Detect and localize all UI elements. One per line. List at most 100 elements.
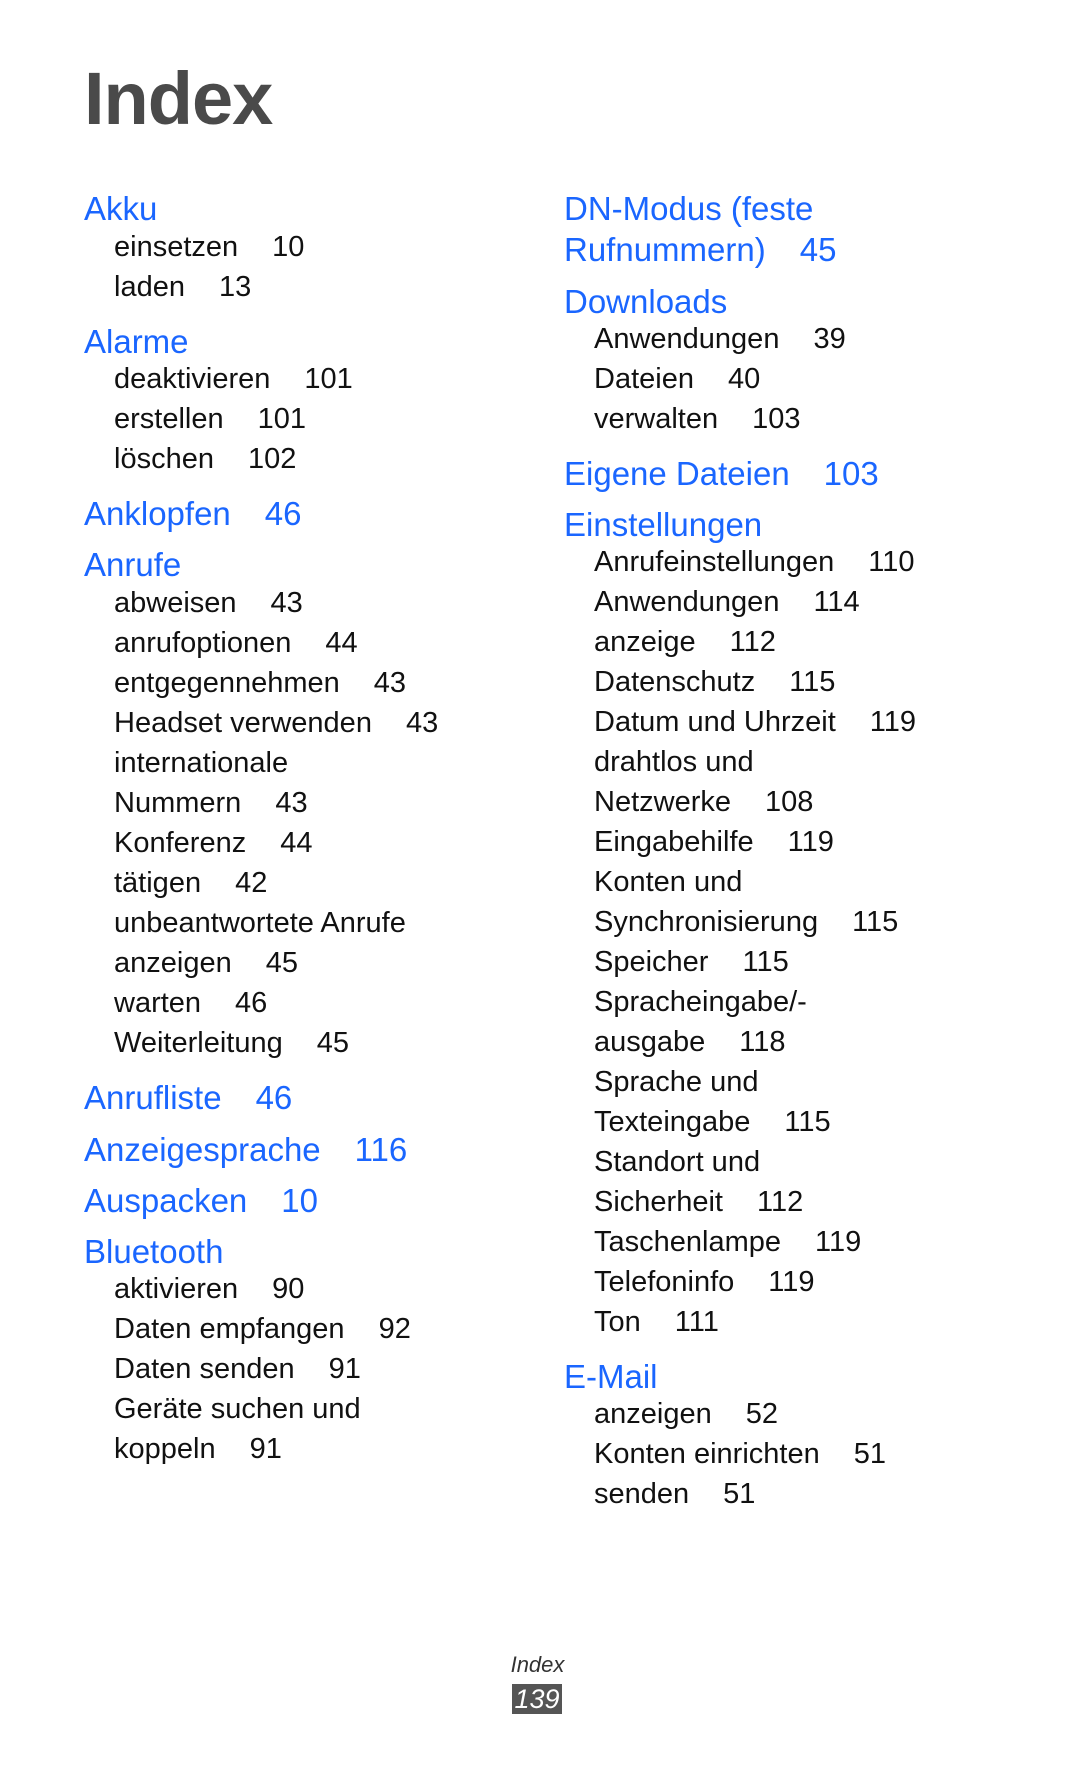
entry-page-number[interactable]: 45 (317, 1027, 349, 1059)
index-subentry[interactable]: Sprache und (594, 1068, 758, 1097)
index-subentry[interactable]: warten 46 (114, 989, 267, 1018)
index-subentry[interactable]: Sicherheit 112 (594, 1188, 803, 1217)
entry-page-number[interactable]: 118 (739, 1026, 785, 1058)
index-subentry[interactable]: Taschenlampe 119 (594, 1228, 861, 1257)
entry-page-number[interactable]: 46 (256, 1079, 293, 1116)
entry-page-number[interactable]: 44 (325, 627, 357, 659)
entry-page-number[interactable]: 43 (374, 667, 406, 699)
index-heading[interactable]: Downloads (564, 285, 727, 318)
index-subentry[interactable]: Weiterleitung 45 (114, 1029, 349, 1058)
entry-page-number[interactable]: 10 (272, 231, 304, 263)
index-subentry[interactable]: laden 13 (114, 273, 251, 302)
index-heading[interactable]: Akku (84, 192, 157, 225)
index-heading[interactable]: Anzeigesprache 116 (84, 1133, 407, 1166)
entry-page-number[interactable]: 116 (355, 1131, 408, 1168)
index-subentry[interactable]: entgegennehmen 43 (114, 669, 406, 698)
index-subentry[interactable]: Datum und Uhrzeit 119 (594, 708, 916, 737)
entry-page-number[interactable]: 45 (800, 231, 837, 268)
index-subentry[interactable]: einsetzen 10 (114, 233, 304, 262)
entry-page-number[interactable]: 91 (250, 1433, 282, 1465)
entry-page-number[interactable]: 119 (788, 826, 834, 858)
index-heading[interactable]: Bluetooth (84, 1235, 223, 1268)
entry-page-number[interactable]: 119 (768, 1266, 814, 1298)
entry-page-number[interactable]: 111 (675, 1306, 719, 1338)
entry-page-number[interactable]: 13 (219, 271, 251, 303)
entry-page-number[interactable]: 44 (280, 827, 312, 859)
entry-page-number[interactable]: 119 (815, 1226, 861, 1258)
index-subentry[interactable]: Geräte suchen und (114, 1395, 361, 1424)
entry-page-number[interactable]: 51 (854, 1438, 886, 1470)
entry-page-number[interactable]: 43 (406, 707, 438, 739)
index-heading[interactable]: DN-Modus (feste (564, 192, 813, 225)
index-subentry[interactable]: Spracheingabe/- (594, 988, 807, 1017)
index-subentry[interactable]: Eingabehilfe 119 (594, 828, 834, 857)
index-subentry[interactable]: anzeigen 45 (114, 949, 298, 978)
index-subentry[interactable]: Headset verwenden 43 (114, 709, 438, 738)
index-heading[interactable]: Anrufe (84, 548, 181, 581)
index-subentry[interactable]: abweisen 43 (114, 589, 303, 618)
index-heading[interactable]: Rufnummern) 45 (564, 233, 836, 266)
entry-page-number[interactable]: 46 (235, 987, 267, 1019)
index-heading[interactable]: E-Mail (564, 1360, 658, 1393)
index-subentry[interactable]: drahtlos und (594, 748, 754, 777)
index-subentry[interactable]: deaktivieren 101 (114, 365, 353, 394)
index-subentry[interactable]: anzeige 112 (594, 628, 776, 657)
entry-page-number[interactable]: 46 (265, 495, 302, 532)
index-subentry[interactable]: Synchronisierung 115 (594, 908, 898, 937)
entry-page-number[interactable]: 52 (746, 1398, 778, 1430)
index-subentry[interactable]: tätigen 42 (114, 869, 267, 898)
index-subentry[interactable]: Datenschutz 115 (594, 668, 835, 697)
entry-page-number[interactable]: 115 (742, 946, 788, 978)
entry-page-number[interactable]: 51 (723, 1478, 755, 1510)
index-subentry[interactable]: Anrufeinstellungen 110 (594, 548, 914, 577)
index-subentry[interactable]: anrufoptionen 44 (114, 629, 358, 658)
index-subentry[interactable]: Daten senden 91 (114, 1355, 361, 1384)
index-subentry[interactable]: erstellen 101 (114, 405, 306, 434)
entry-page-number[interactable]: 43 (271, 587, 303, 619)
entry-page-number[interactable]: 102 (248, 443, 296, 475)
entry-page-number[interactable]: 43 (275, 787, 307, 819)
index-heading[interactable]: Anklopfen 46 (84, 497, 302, 530)
index-subentry[interactable]: Nummern 43 (114, 789, 308, 818)
index-subentry[interactable]: Anwendungen 39 (594, 325, 846, 354)
entry-page-number[interactable]: 42 (235, 867, 267, 899)
index-heading[interactable]: Eigene Dateien 103 (564, 457, 879, 490)
entry-page-number[interactable]: 112 (730, 626, 776, 658)
index-subentry[interactable]: Anwendungen 114 (594, 588, 860, 617)
entry-page-number[interactable]: 40 (728, 363, 760, 395)
entry-page-number[interactable]: 119 (870, 706, 916, 738)
index-subentry[interactable]: Telefoninfo 119 (594, 1268, 815, 1297)
entry-page-number[interactable]: 112 (757, 1186, 803, 1218)
index-subentry[interactable]: löschen 102 (114, 445, 296, 474)
index-heading[interactable]: Einstellungen (564, 508, 762, 541)
entry-page-number[interactable]: 39 (813, 323, 845, 355)
entry-page-number[interactable]: 110 (868, 546, 914, 578)
index-subentry[interactable]: ausgabe 118 (594, 1028, 786, 1057)
index-subentry[interactable]: Standort und (594, 1148, 760, 1177)
index-subentry[interactable]: anzeigen 52 (594, 1400, 778, 1429)
index-subentry[interactable]: koppeln 91 (114, 1435, 282, 1464)
index-subentry[interactable]: Konferenz 44 (114, 829, 312, 858)
entry-page-number[interactable]: 101 (258, 403, 306, 435)
index-subentry[interactable]: Netzwerke 108 (594, 788, 813, 817)
index-heading[interactable]: Auspacken 10 (84, 1184, 318, 1217)
entry-page-number[interactable]: 45 (266, 947, 298, 979)
index-subentry[interactable]: aktivieren 90 (114, 1275, 304, 1304)
index-subentry[interactable]: Dateien 40 (594, 365, 760, 394)
index-subentry[interactable]: Konten und (594, 868, 742, 897)
entry-page-number[interactable]: 115 (852, 906, 898, 938)
entry-page-number[interactable]: 91 (329, 1353, 361, 1385)
index-subentry[interactable]: internationale (114, 749, 288, 778)
entry-page-number[interactable]: 103 (824, 455, 879, 492)
index-heading[interactable]: Anrufliste 46 (84, 1081, 292, 1114)
index-subentry[interactable]: Texteingabe 115 (594, 1108, 831, 1137)
index-subentry[interactable]: Daten empfangen 92 (114, 1315, 411, 1344)
entry-page-number[interactable]: 108 (765, 786, 813, 818)
index-subentry[interactable]: verwalten 103 (594, 405, 801, 434)
entry-page-number[interactable]: 90 (272, 1273, 304, 1305)
index-subentry[interactable]: Speicher 115 (594, 948, 789, 977)
index-heading[interactable]: Alarme (84, 325, 189, 358)
entry-page-number[interactable]: 115 (784, 1106, 830, 1138)
entry-page-number[interactable]: 101 (304, 363, 352, 395)
index-subentry[interactable]: unbeantwortete Anrufe (114, 909, 406, 938)
